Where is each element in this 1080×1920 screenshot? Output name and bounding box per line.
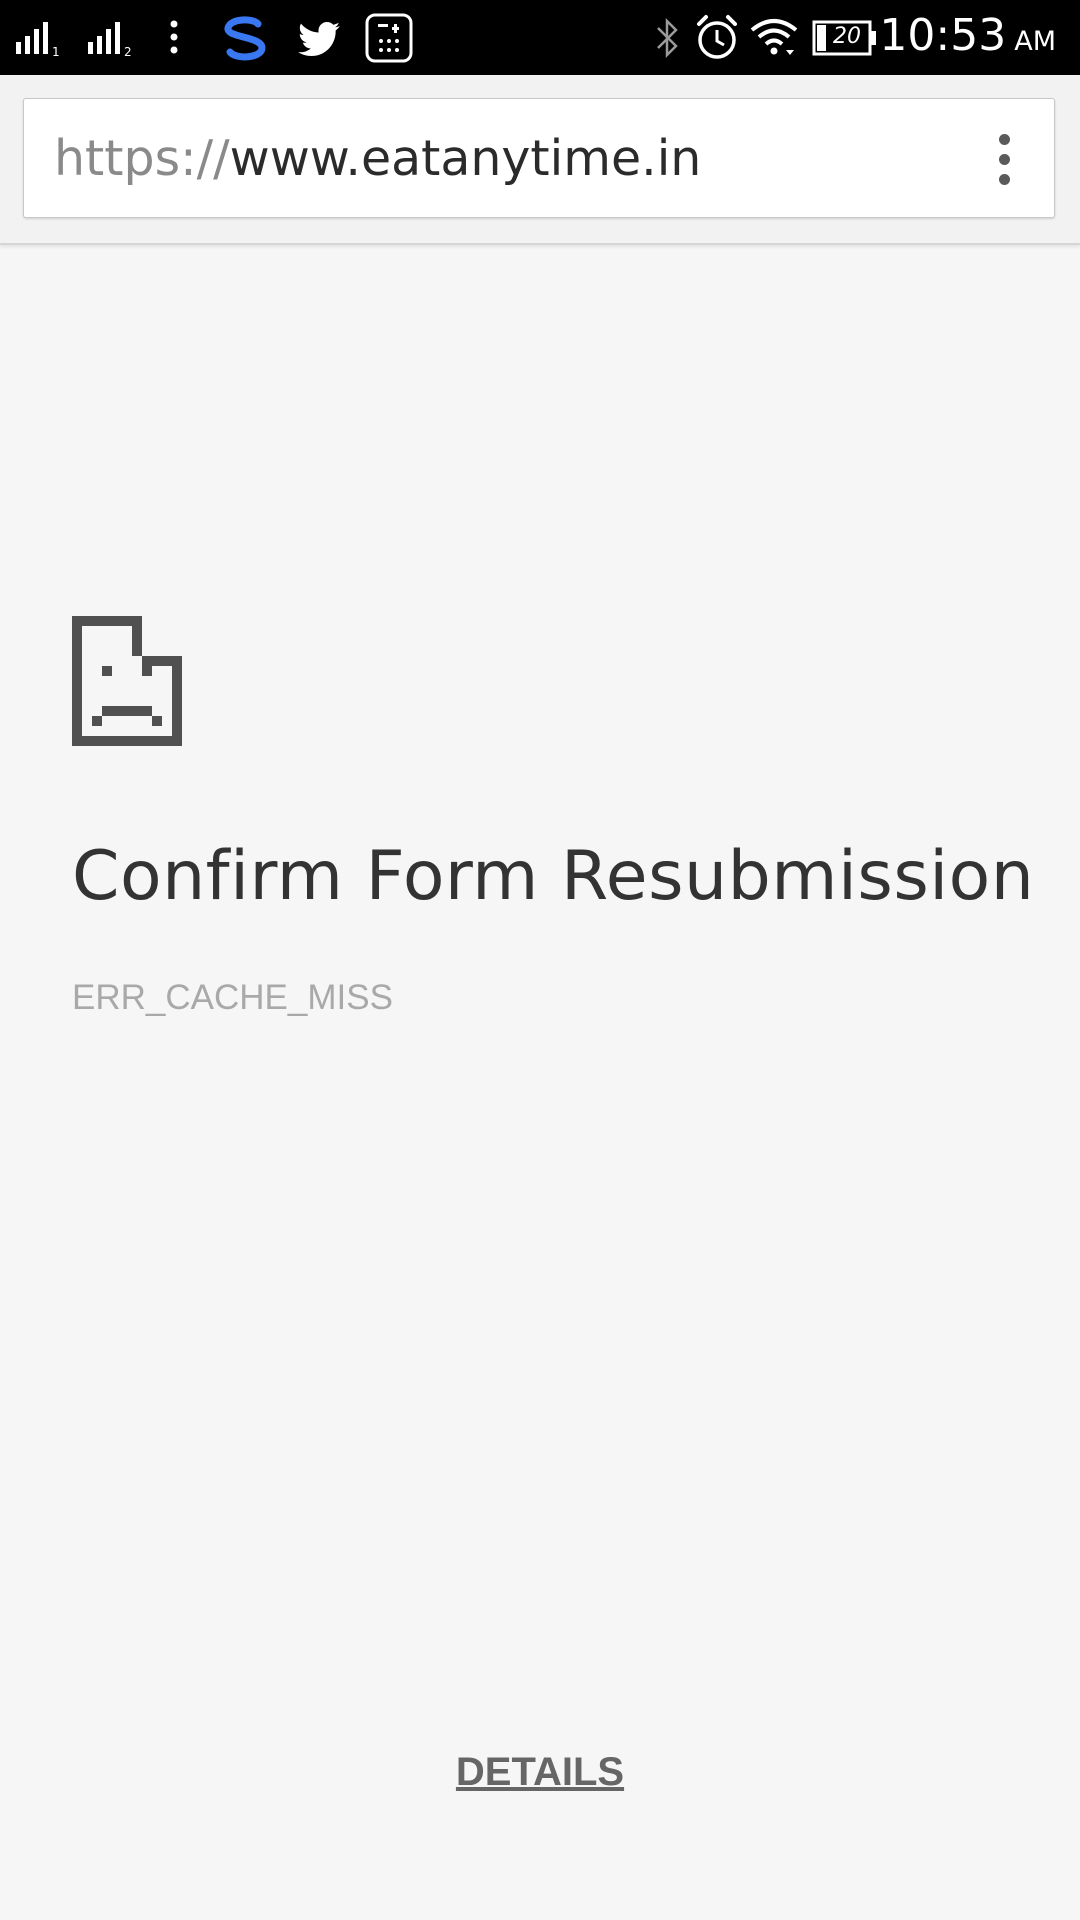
sad-document-icon [72,616,182,746]
status-clock: 10:53 AM [879,10,1056,70]
twitter-icon [293,14,345,62]
wifi-icon [748,14,800,60]
error-page: Confirm Form Resubmission ERR_CACHE_MISS… [0,245,1080,1920]
calculator-icon [364,12,414,64]
svg-text:1: 1 [52,45,60,58]
details-button[interactable]: DETAILS [0,1750,1080,1795]
error-title: Confirm Form Resubmission [72,837,1035,916]
bluetooth-icon [652,14,682,62]
signal-sim1-icon: 1 [14,16,64,58]
url-text[interactable]: https://www.eatanytime.in [54,99,701,219]
url-host: www.eatanytime.in [229,130,702,187]
more-notifications-icon [160,16,188,58]
url-scheme: https:// [54,130,230,187]
battery-icon: 20 [812,18,878,58]
clock-time: 10:53 [879,10,1007,61]
battery-level: 20 [833,24,861,49]
signal-sim2-icon: 2 [86,16,138,58]
error-code: ERR_CACHE_MISS [72,978,393,1017]
s-app-icon [218,12,272,64]
more-vert-icon[interactable] [964,119,1044,199]
status-bar: 1 2 20 10:53 AM [0,0,1080,75]
clock-ampm: AM [1014,26,1056,57]
svg-text:2: 2 [124,45,132,58]
browser-toolbar: https://www.eatanytime.in [0,75,1080,245]
address-bar[interactable]: https://www.eatanytime.in [23,98,1055,218]
alarm-icon [694,12,740,62]
